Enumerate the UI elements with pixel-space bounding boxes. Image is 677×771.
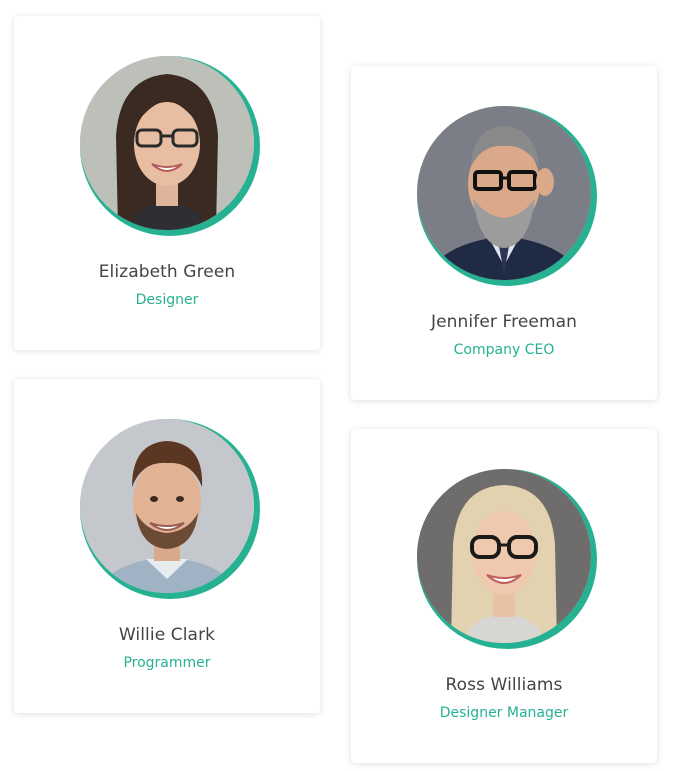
member-name: Ross Williams bbox=[445, 675, 563, 695]
avatar-ring bbox=[80, 419, 260, 599]
member-name: Elizabeth Green bbox=[98, 262, 236, 282]
member-name: Willie Clark bbox=[118, 625, 216, 645]
team-member-card[interactable]: Willie Clark Programmer bbox=[14, 379, 320, 713]
member-role: Designer bbox=[135, 292, 199, 308]
avatar bbox=[80, 419, 254, 593]
smiling-young-man-photo bbox=[80, 419, 254, 593]
team-member-card[interactable]: Jennifer Freeman Company CEO bbox=[351, 66, 657, 400]
team-member-card[interactable]: Elizabeth Green Designer bbox=[14, 16, 320, 350]
team-grid: Elizabeth Green Designer Jennifer Freema… bbox=[0, 0, 677, 771]
team-member-card[interactable]: Ross Williams Designer Manager bbox=[351, 429, 657, 763]
member-role: Designer Manager bbox=[439, 705, 569, 721]
member-name: Jennifer Freeman bbox=[430, 312, 577, 332]
member-role: Programmer bbox=[123, 655, 211, 671]
avatar bbox=[417, 469, 591, 643]
woman-dark-hair-glasses-photo bbox=[80, 56, 254, 230]
blonde-woman-glasses-photo bbox=[417, 469, 591, 643]
avatar-ring bbox=[417, 106, 597, 286]
bearded-man-glasses-photo bbox=[417, 106, 591, 280]
avatar bbox=[80, 56, 254, 230]
avatar-ring bbox=[417, 469, 597, 649]
avatar bbox=[417, 106, 591, 280]
member-role: Company CEO bbox=[453, 342, 555, 358]
avatar-ring bbox=[80, 56, 260, 236]
